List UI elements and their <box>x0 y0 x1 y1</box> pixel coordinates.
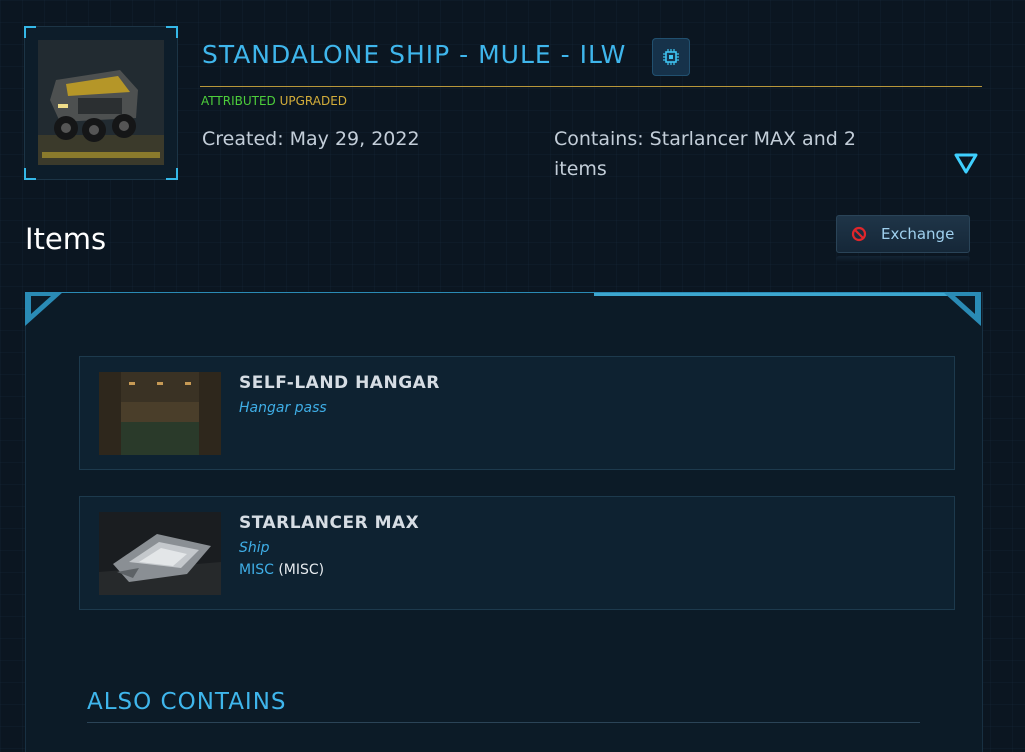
attributed-badge: ATTRIBUTED <box>201 94 276 108</box>
exchange-label: Exchange <box>881 225 955 243</box>
pledge-title: STANDALONE SHIP - MULE - ILW <box>202 40 627 69</box>
starlancer-image <box>99 512 221 595</box>
also-contains-divider <box>87 722 920 723</box>
exchange-button[interactable]: Exchange <box>836 215 970 253</box>
created-date: Created: May 29, 2022 <box>202 128 420 150</box>
item-name: SELF-LAND HANGAR <box>239 373 440 393</box>
item-manufacturer: MISC (MISC) <box>239 562 324 578</box>
list-item[interactable]: SELF-LAND HANGAR Hangar pass <box>79 356 955 470</box>
chip-icon[interactable] <box>652 38 690 76</box>
expand-triangle-icon[interactable] <box>953 152 979 180</box>
list-item[interactable]: STARLANCER MAX Ship MISC (MISC) <box>79 496 955 610</box>
item-name: STARLANCER MAX <box>239 513 420 533</box>
panel-corner-left <box>25 292 63 326</box>
items-heading: Items <box>25 222 107 256</box>
hangar-image <box>99 372 221 455</box>
no-entry-icon <box>851 226 867 242</box>
pledge-thumbnail <box>24 26 178 180</box>
manufacturer-name: MISC <box>239 562 274 578</box>
contains-summary: Contains: Starlancer MAX and 2 items <box>554 128 856 180</box>
item-type: Ship <box>239 540 270 556</box>
title-divider <box>200 86 982 87</box>
manufacturer-code: (MISC) <box>278 562 325 578</box>
panel-corner-right <box>943 292 981 326</box>
item-type: Hangar pass <box>239 400 327 416</box>
mule-vehicle-image <box>38 40 164 165</box>
also-contains-heading: ALSO CONTAINS <box>87 689 287 715</box>
upgraded-badge: UPGRADED <box>279 94 348 108</box>
pledge-badges: ATTRIBUTED UPGRADED <box>201 94 347 108</box>
